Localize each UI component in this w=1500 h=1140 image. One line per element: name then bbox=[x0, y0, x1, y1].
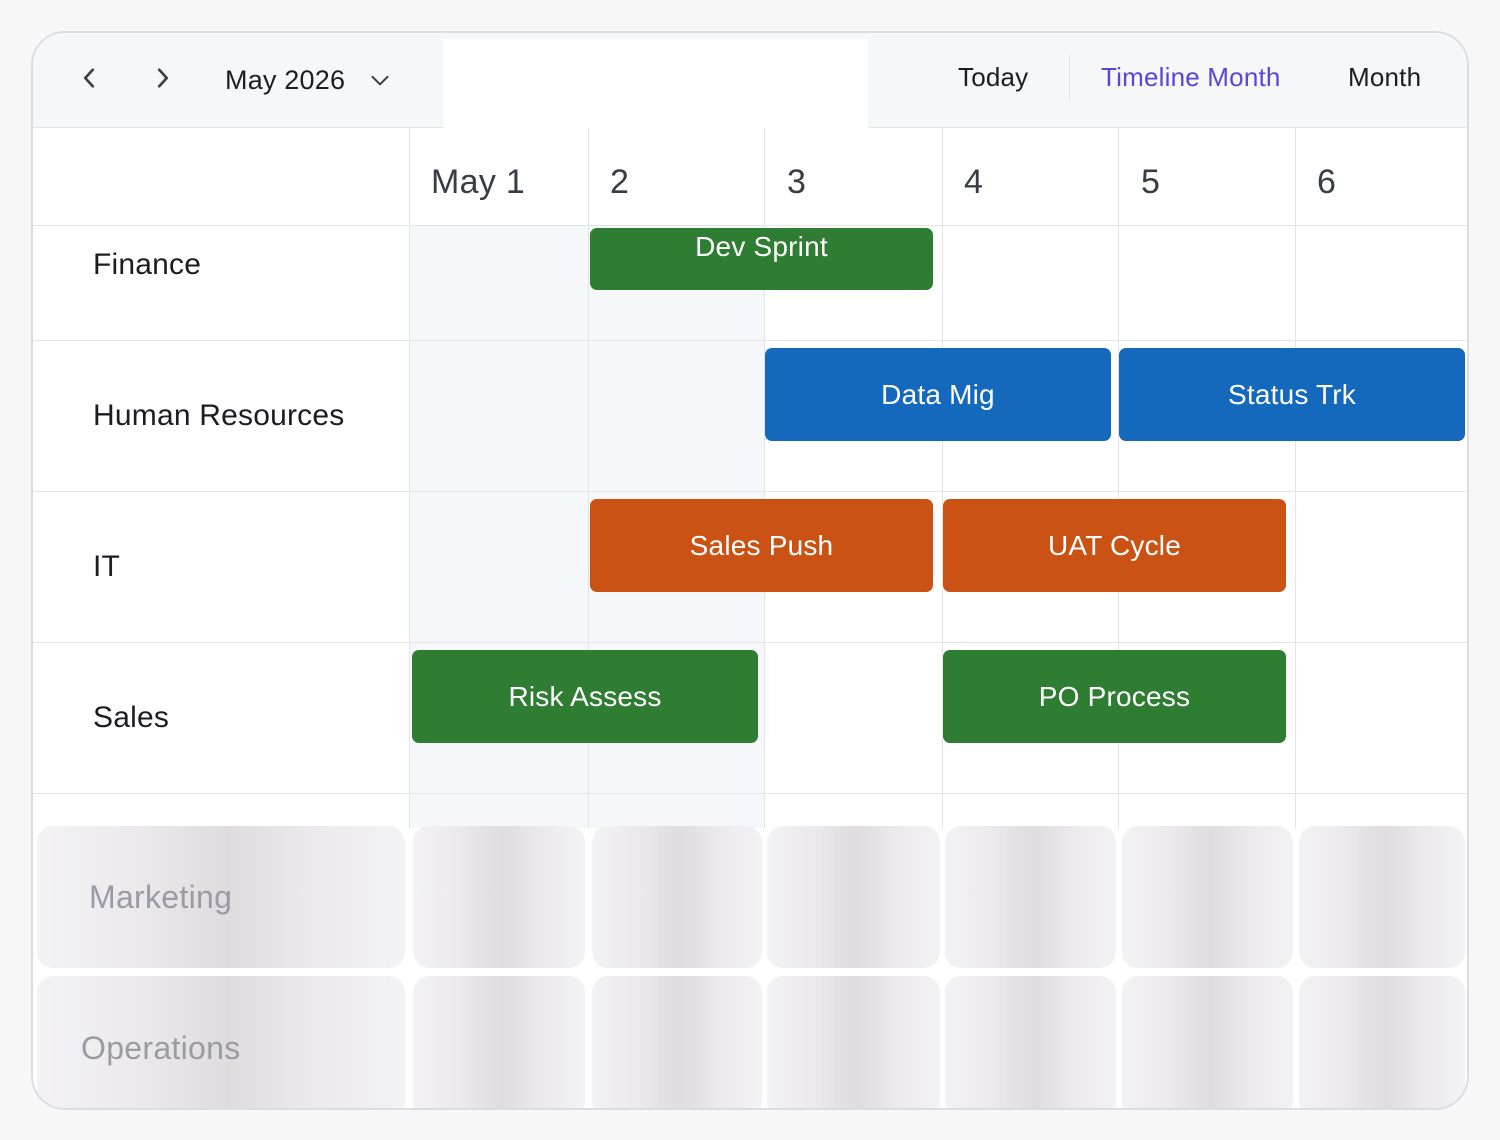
skeleton-cell bbox=[413, 976, 585, 1108]
event-data-mig[interactable]: Data Mig bbox=[765, 348, 1111, 441]
toolbar-spacer bbox=[443, 39, 868, 128]
grid-line bbox=[33, 793, 1467, 794]
resource-label-human-resources: Human Resources bbox=[93, 399, 345, 432]
chevron-right-icon bbox=[157, 68, 169, 88]
grid-line bbox=[409, 128, 410, 828]
view-timeline-month-button[interactable]: Timeline Month bbox=[1101, 62, 1281, 93]
toolbar-divider bbox=[1069, 55, 1070, 101]
day-header: 5 bbox=[1141, 163, 1161, 201]
skeleton-resource-label-operations: Operations bbox=[81, 1030, 241, 1066]
prev-button[interactable] bbox=[71, 60, 107, 96]
day-header: 2 bbox=[610, 163, 630, 201]
event-status-trk[interactable]: Status Trk bbox=[1119, 348, 1465, 441]
resource-label-it: IT bbox=[93, 550, 121, 583]
skeleton-cell bbox=[1299, 826, 1465, 968]
day-header: May 1 bbox=[431, 163, 526, 201]
next-button[interactable] bbox=[145, 60, 181, 96]
view-month-button[interactable]: Month bbox=[1348, 62, 1421, 93]
skeleton-cell bbox=[767, 976, 940, 1108]
event-po-process[interactable]: PO Process bbox=[943, 650, 1286, 743]
scheduler-toolbar: May 2026 Today Timeline Month Month bbox=[33, 33, 1467, 128]
resource-label-finance: Finance bbox=[93, 248, 202, 281]
grid-line bbox=[1295, 128, 1296, 828]
grid-line bbox=[33, 340, 1467, 341]
resource-label-sales: Sales bbox=[93, 701, 170, 734]
grid-line bbox=[33, 642, 1467, 643]
skeleton-cell bbox=[945, 976, 1116, 1108]
skeleton-cell bbox=[1299, 976, 1465, 1108]
event-uat-cycle[interactable]: UAT Cycle bbox=[943, 499, 1286, 592]
skeleton-cell bbox=[1122, 976, 1293, 1108]
timeline-grid: May 1 2 3 4 5 6 Finance Human Resources … bbox=[33, 128, 1467, 1108]
event-sales-push[interactable]: Sales Push bbox=[590, 499, 933, 592]
date-range-label: May 2026 bbox=[225, 64, 346, 95]
skeleton-cell bbox=[767, 826, 940, 968]
day-header: 3 bbox=[787, 163, 807, 201]
event-dev-sprint[interactable]: Dev Sprint bbox=[590, 228, 933, 290]
chevron-down-icon bbox=[371, 75, 389, 86]
scheduler-window: May 2026 Today Timeline Month Month May … bbox=[31, 31, 1469, 1110]
skeleton-cell bbox=[592, 826, 762, 968]
today-button[interactable]: Today bbox=[958, 62, 1028, 93]
skeleton-cell bbox=[945, 826, 1116, 968]
day-header: 6 bbox=[1317, 163, 1337, 201]
skeleton-resource-label-marketing: Marketing bbox=[89, 879, 233, 915]
day-header: 4 bbox=[964, 163, 984, 201]
date-range-picker[interactable]: May 2026 bbox=[225, 62, 393, 98]
skeleton-cell bbox=[413, 826, 585, 968]
grid-line bbox=[33, 225, 1467, 226]
grid-line bbox=[33, 491, 1467, 492]
chevron-left-icon bbox=[83, 68, 95, 88]
skeleton-cell bbox=[1122, 826, 1293, 968]
event-risk-assess[interactable]: Risk Assess bbox=[412, 650, 758, 743]
skeleton-cell bbox=[592, 976, 762, 1108]
